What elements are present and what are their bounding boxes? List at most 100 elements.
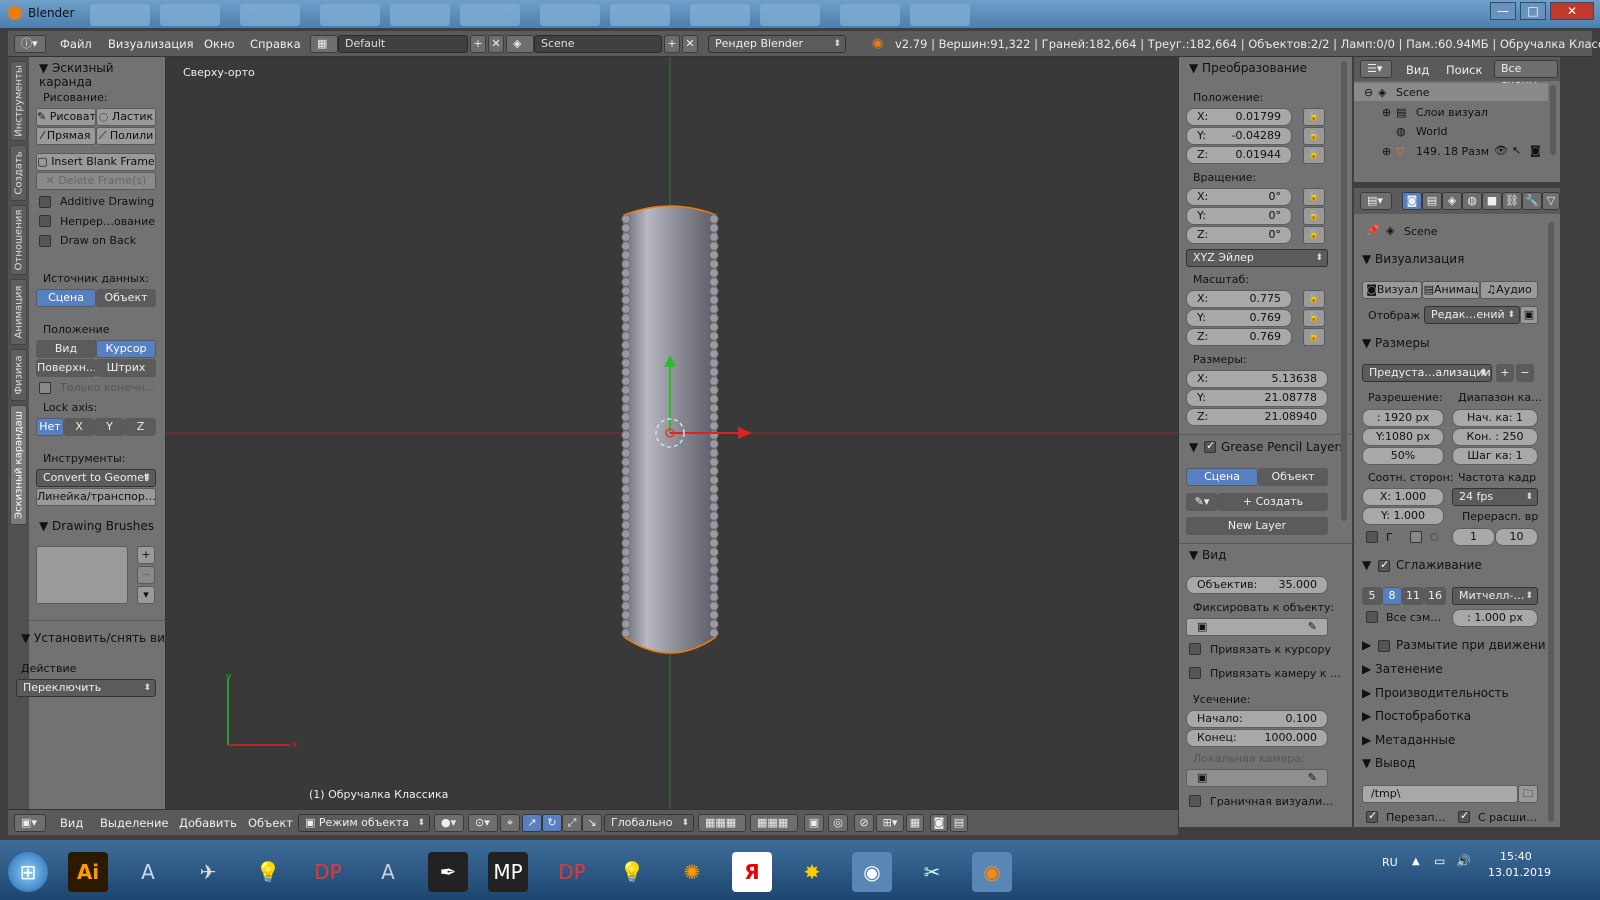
world-tab-icon[interactable]: ◍ xyxy=(1462,192,1482,210)
rotation-x-field[interactable]: X: 0° xyxy=(1186,188,1292,206)
lock-icon[interactable]: 🔓 xyxy=(1303,146,1325,164)
orientation-dropdown[interactable]: Глобально xyxy=(604,814,694,832)
gp-scene-button[interactable]: Сцена xyxy=(1186,468,1258,486)
bulb-app-icon-2[interactable]: 💡 xyxy=(612,852,652,892)
gp-data-browse-icon[interactable]: ✎▾ xyxy=(1186,493,1218,511)
local-camera-field[interactable]: ▣ ✎ xyxy=(1186,769,1328,787)
lock-object-field[interactable]: ▣ ✎ xyxy=(1186,618,1328,636)
lock-icon[interactable]: 🔓 xyxy=(1303,207,1325,225)
render-audio-button[interactable]: ♫Аудио xyxy=(1480,281,1538,299)
outliner-scrollbar[interactable] xyxy=(1550,85,1556,155)
resolution-y-field[interactable]: Y:1080 px xyxy=(1362,428,1444,446)
menu-view[interactable]: Вид xyxy=(60,816,83,830)
pin-icon[interactable]: 📌 xyxy=(1366,224,1380,237)
outliner-item-world[interactable]: World xyxy=(1416,125,1448,138)
file-extensions-checkbox[interactable] xyxy=(1458,809,1470,823)
border-checkbox[interactable] xyxy=(1366,531,1378,543)
line-button[interactable]: ⁄ Прямая xyxy=(36,127,96,145)
maximize-button[interactable]: □ xyxy=(1520,2,1546,20)
aa-size-field[interactable]: : 1.000 px xyxy=(1452,609,1538,627)
font-app-icon[interactable]: A xyxy=(128,852,168,892)
render-border-checkbox[interactable] xyxy=(1189,795,1201,807)
menu-select[interactable]: Выделение xyxy=(100,816,169,830)
gp-layers-checkbox[interactable] xyxy=(1204,439,1216,453)
tab-tools[interactable]: Инструменты xyxy=(10,61,27,141)
panel-title-performance[interactable]: ▶ Производительность xyxy=(1362,686,1509,700)
gp-object-button[interactable]: Объект xyxy=(1258,468,1328,486)
render-engine-dropdown[interactable]: Рендер Blender xyxy=(708,35,846,53)
clip-start-field[interactable]: Начало: 0.100 xyxy=(1186,710,1328,728)
menu-render[interactable]: Визуализация xyxy=(108,37,194,51)
source-object-button[interactable]: Объект xyxy=(96,289,156,307)
scale-z-field[interactable]: Z: 0.769 xyxy=(1186,328,1292,346)
plane-app-icon[interactable]: ✈ xyxy=(188,852,228,892)
add-brush-icon[interactable]: + xyxy=(137,546,155,564)
gp-create-button[interactable]: + Создать xyxy=(1218,493,1328,511)
dimension-x-field[interactable]: X: 5.13638 xyxy=(1186,370,1328,388)
tab-physics[interactable]: Физика xyxy=(10,349,27,401)
lock-axis-none-button[interactable]: Нет xyxy=(36,418,64,436)
illustrator-icon[interactable]: Ai xyxy=(68,852,108,892)
render-image-button[interactable]: ◙Визуал xyxy=(1362,281,1422,299)
tray-arrow-icon[interactable]: ▲ xyxy=(1412,856,1420,867)
panel-title-antialiasing[interactable]: ▼ xyxy=(1362,558,1371,572)
aa-filter-dropdown[interactable]: Митчелл-… xyxy=(1452,587,1538,605)
scene-icon[interactable]: ◈ xyxy=(506,35,534,53)
stroke-cursor-button[interactable]: Курсор xyxy=(96,340,156,358)
outliner-search-menu[interactable]: Поиск xyxy=(1446,63,1482,77)
clock-time[interactable]: 15:40 xyxy=(1500,850,1532,863)
draw-on-back-checkbox[interactable] xyxy=(39,235,51,247)
delete-frames-button[interactable]: ✕ Delete Frame(s) xyxy=(36,172,156,190)
tab-create[interactable]: Создать xyxy=(10,145,27,201)
chrome-icon[interactable]: ◉ xyxy=(852,852,892,892)
panel-title-dimensions[interactable]: ▼ Размеры xyxy=(1362,336,1430,350)
aspect-x-field[interactable]: X: 1.000 xyxy=(1362,488,1444,506)
scale-x-field[interactable]: X: 0.775 xyxy=(1186,290,1292,308)
viewport-3d[interactable]: Сверху-орто y x (1) Обручалка Классика xyxy=(166,57,1178,809)
blender-taskbar-icon[interactable]: ◉ xyxy=(972,852,1012,892)
panel-title-postprocessing[interactable]: ▶ Постобработка xyxy=(1362,709,1471,723)
menu-window[interactable]: Окно xyxy=(204,37,235,51)
frame-start-field[interactable]: Нач. ка: 1 xyxy=(1452,409,1538,427)
gear-app-icon[interactable]: ✺ xyxy=(672,852,712,892)
lock-to-cursor-checkbox[interactable] xyxy=(1189,643,1201,655)
poly-button[interactable]: ⟋ Полили xyxy=(96,127,156,145)
constraints-tab-icon[interactable]: ⛓ xyxy=(1502,192,1522,210)
endpoints-checkbox[interactable] xyxy=(39,382,51,394)
cursor-select-icon[interactable]: ↖ xyxy=(1512,144,1521,157)
panel-title-metadata[interactable]: ▶ Метаданные xyxy=(1362,733,1455,747)
lock-camera-checkbox[interactable] xyxy=(1189,667,1201,679)
resolution-x-field[interactable]: : 1920 px xyxy=(1362,409,1444,427)
remove-layout-icon[interactable]: ✕ xyxy=(488,35,504,53)
outliner-item-object[interactable]: 149. 18 Разм xyxy=(1416,145,1489,158)
snap-icon[interactable]: ⊘ xyxy=(854,814,874,832)
modifiers-tab-icon[interactable]: 🔧 xyxy=(1522,192,1542,210)
panel-title-shading[interactable]: ▶ Затенение xyxy=(1362,662,1443,676)
stroke-stroke-button[interactable]: Штрих xyxy=(96,359,156,377)
output-path-field[interactable]: /tmp\ xyxy=(1362,785,1518,803)
lock-icon[interactable]: 🔓 xyxy=(1303,328,1325,346)
panel-title-toggle-view[interactable]: ▼ Установить/снять вид xyxy=(21,631,173,645)
panel-title-grease-pencil[interactable]: ▼ Эскизный каранда xyxy=(39,61,165,89)
data-tab-icon[interactable]: ▽ xyxy=(1542,192,1560,210)
lock-icon[interactable]: 🔓 xyxy=(1303,309,1325,327)
snap-target-icon[interactable]: ▦ xyxy=(906,814,924,832)
lens-field[interactable]: Объектив: 35.000 xyxy=(1186,576,1328,594)
layout-icon[interactable]: ▦ xyxy=(310,35,338,53)
scale-y-field[interactable]: Y: 0.769 xyxy=(1186,309,1292,327)
language-indicator[interactable]: RU xyxy=(1382,856,1398,869)
add-layout-icon[interactable]: + xyxy=(470,35,486,53)
tab-relations[interactable]: Отношения xyxy=(10,205,27,275)
layers-grid-1[interactable]: ▦▦▦ xyxy=(698,814,746,832)
minimize-button[interactable]: — xyxy=(1490,2,1516,20)
antialiasing-checkbox[interactable] xyxy=(1378,558,1390,572)
render-view-icon[interactable]: ▣ xyxy=(1520,306,1538,324)
continuous-drawing-checkbox[interactable] xyxy=(39,215,51,227)
menu-add[interactable]: Добавить xyxy=(179,816,237,830)
remove-preset-icon[interactable]: − xyxy=(1516,364,1534,382)
panel-title-gp-layers[interactable]: ▼ xyxy=(1189,440,1198,454)
dimension-z-field[interactable]: Z: 21.08940 xyxy=(1186,408,1328,426)
clock-date[interactable]: 13.01.2019 xyxy=(1488,866,1551,879)
rotate-icon[interactable]: ↻ xyxy=(542,814,562,832)
mode-dropdown[interactable]: ▣ Режим объекта xyxy=(298,814,430,832)
